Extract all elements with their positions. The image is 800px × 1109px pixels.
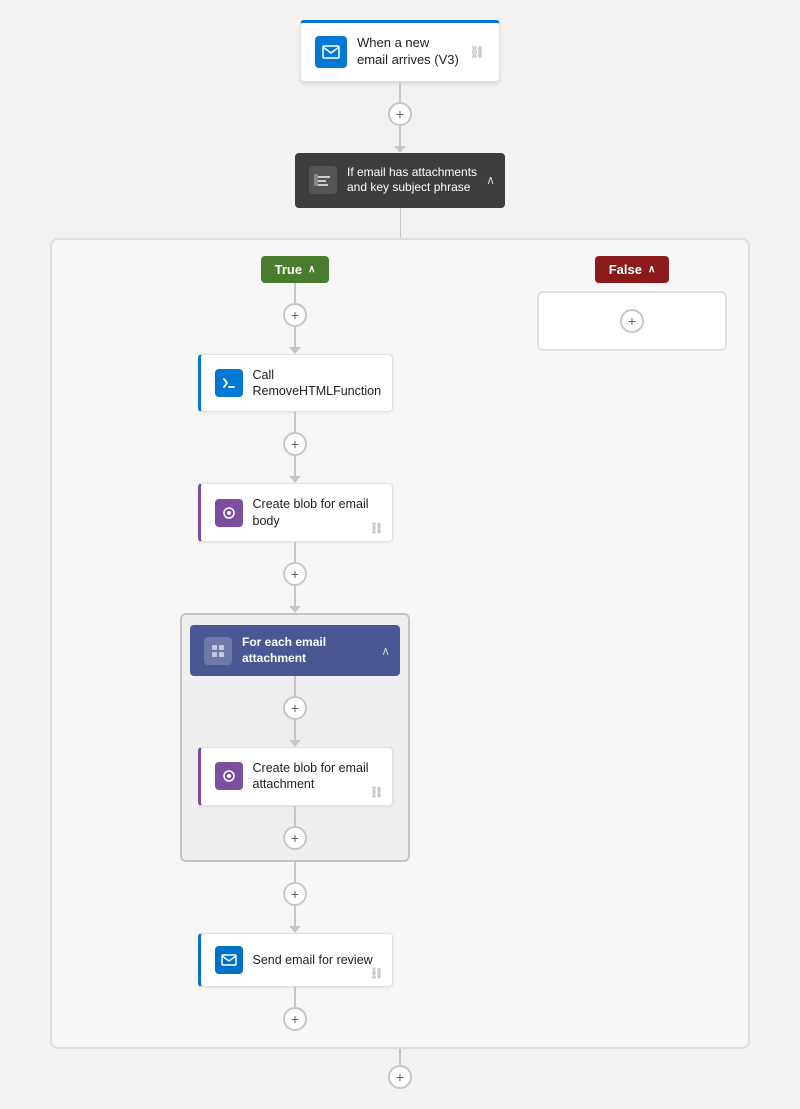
loop-icon [204, 637, 232, 665]
create-blob-attachment-card[interactable]: Create blob for email attachment ⛓ [198, 747, 393, 806]
add-loop-bottom[interactable]: + [283, 826, 307, 850]
add-after-blob-body[interactable]: + [283, 562, 307, 586]
add-after-function[interactable]: + [283, 432, 307, 456]
blob-attachment-link: ⛓ [370, 786, 384, 799]
foreach-container: For each email attachment ∧ + [180, 613, 410, 862]
trigger-label: When a new email arrives (V3) [357, 35, 460, 69]
send-email-label: Send email for review [253, 952, 373, 968]
foreach-collapse-btn[interactable]: ∧ [381, 644, 390, 658]
add-after-loop[interactable]: + [283, 882, 307, 906]
conn-loop-top: + [283, 676, 307, 747]
function-icon [215, 369, 243, 397]
condition-card[interactable]: If email has attachments and key subject… [295, 153, 505, 208]
condition-label: If email has attachments and key subject… [347, 165, 491, 196]
add-in-true-top[interactable]: + [283, 303, 307, 327]
create-blob-body-card[interactable]: Create blob for email body ⛓ [198, 483, 393, 542]
condition-collapse-btn[interactable]: ∧ [486, 173, 495, 187]
blob-body-link: ⛓ [370, 522, 384, 535]
conn-2: + [283, 412, 307, 483]
add-after-trigger[interactable]: + [388, 102, 412, 126]
foreach-card[interactable]: For each email attachment ∧ [190, 625, 400, 676]
add-true-bottom[interactable]: + [283, 1007, 307, 1031]
conn-loop-bottom: + [283, 806, 307, 850]
add-bottom[interactable]: + [388, 1065, 412, 1089]
blob-attachment-icon [215, 762, 243, 790]
flow-container: When a new email arrives (V3) ⛓ + If ema… [0, 20, 800, 1089]
branch-border: True ∧ + Call Remo [50, 238, 750, 1049]
trigger-card[interactable]: When a new email arrives (V3) ⛓ [300, 20, 500, 82]
conn-bottom: + [388, 1049, 412, 1089]
send-email-icon [215, 946, 243, 974]
blob-body-icon [215, 499, 243, 527]
email-trigger-icon [315, 36, 347, 68]
call-function-card[interactable]: Call RemoveHTMLFunction [198, 354, 393, 413]
true-add-connector: + [283, 283, 307, 354]
call-function-label: Call RemoveHTMLFunction [253, 367, 382, 400]
conn-4: + [283, 862, 307, 933]
add-in-loop[interactable]: + [283, 696, 307, 720]
connector-1: + [388, 82, 412, 153]
create-blob-attachment-label: Create blob for email attachment [253, 760, 378, 793]
true-branch: True ∧ + Call Remo [68, 256, 522, 1031]
create-blob-body-label: Create blob for email body [253, 496, 378, 529]
add-in-false[interactable]: + [620, 309, 644, 333]
send-email-link: ⛓ [370, 967, 384, 980]
conn-true-bottom: + [283, 987, 307, 1031]
trigger-link-icon: ⛓ [470, 45, 485, 59]
false-inner-container: + [537, 291, 727, 351]
branch-area: True ∧ + Call Remo [50, 208, 750, 1049]
false-branch: False ∧ + [532, 256, 732, 1031]
send-email-card[interactable]: Send email for review ⛓ [198, 933, 393, 987]
false-branch-btn[interactable]: False ∧ [595, 256, 670, 283]
conn-3: + [283, 542, 307, 613]
condition-icon [309, 166, 337, 194]
true-branch-btn[interactable]: True ∧ [261, 256, 330, 283]
foreach-label: For each email attachment [242, 635, 386, 666]
